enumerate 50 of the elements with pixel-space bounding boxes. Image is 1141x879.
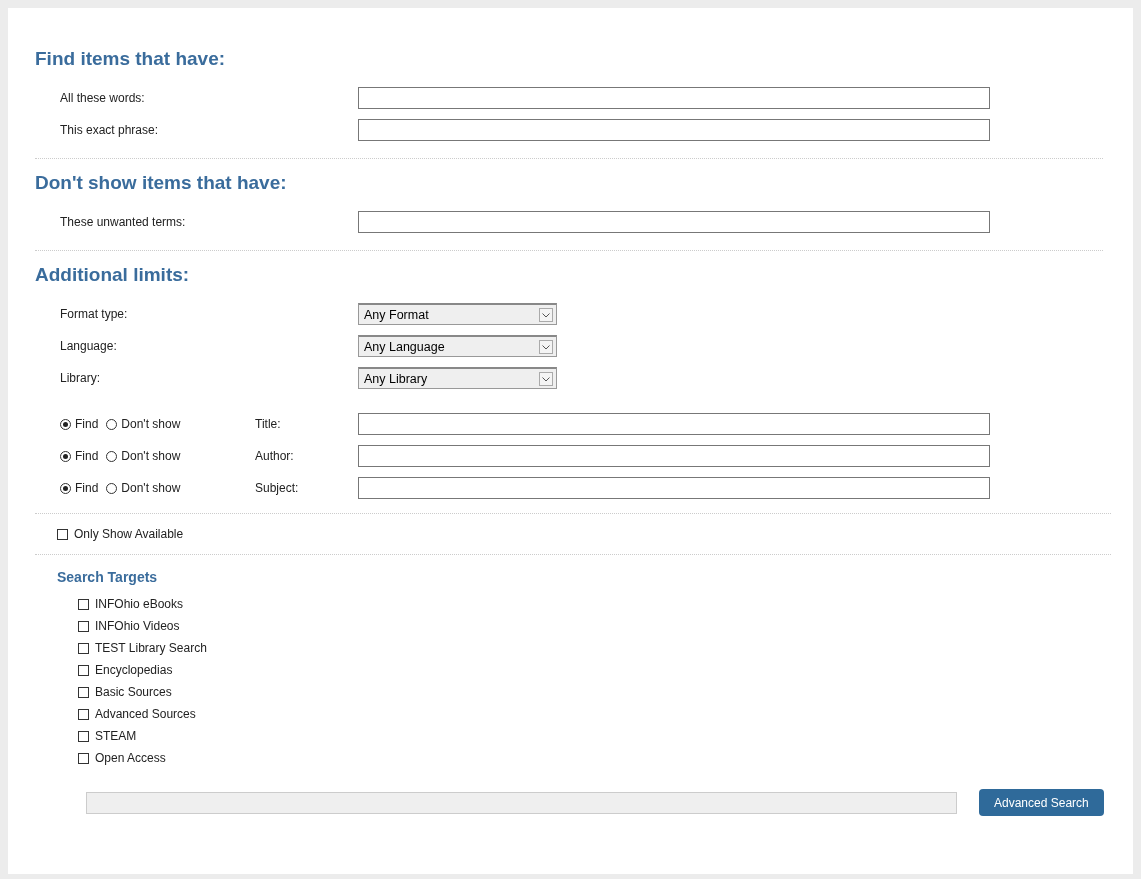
checkbox-icon[interactable] xyxy=(78,664,89,676)
checkbox-icon[interactable] xyxy=(57,528,68,540)
checkbox-option[interactable]: INFOhio Videos xyxy=(78,615,1133,637)
text-field[interactable] xyxy=(358,119,990,141)
checkbox-icon[interactable] xyxy=(78,752,89,764)
dropdown[interactable]: Any Format xyxy=(358,303,557,325)
text-field[interactable] xyxy=(358,445,990,467)
text-field[interactable] xyxy=(358,477,990,499)
dropdown[interactable]: Any Library xyxy=(358,367,557,389)
checkbox-option[interactable]: Advanced Sources xyxy=(78,703,1133,725)
checkbox-icon[interactable] xyxy=(78,642,89,654)
field-label: These unwanted terms: xyxy=(60,215,187,229)
radio-option[interactable]: Don't show xyxy=(106,481,181,495)
caret-icon xyxy=(539,307,553,322)
checkbox-option[interactable]: INFOhio eBooks xyxy=(78,593,1133,615)
radio-option[interactable]: Find xyxy=(60,481,99,495)
checkbox-icon[interactable] xyxy=(78,686,89,698)
field-label: Language: xyxy=(60,339,118,353)
radio-option[interactable]: Find xyxy=(60,417,99,431)
checkbox-icon[interactable] xyxy=(78,708,89,720)
field-label: Subject: xyxy=(255,481,300,495)
caret-icon xyxy=(539,371,553,386)
field-label: Format type: xyxy=(60,307,129,321)
section-heading: Don't show items that have: xyxy=(35,171,288,195)
text-field[interactable] xyxy=(358,413,990,435)
checkbox-option[interactable]: Encyclopedias xyxy=(78,659,1133,681)
field-label: Author: xyxy=(255,449,295,463)
radio-option[interactable]: Don't show xyxy=(106,417,181,431)
checkbox-option[interactable]: TEST Library Search xyxy=(78,637,1133,659)
section-heading: Additional limits: xyxy=(35,263,191,287)
checkbox-icon[interactable] xyxy=(78,598,89,610)
checkbox-option[interactable]: Open Access xyxy=(78,747,1133,769)
checkbox-icon[interactable] xyxy=(78,620,89,632)
field-label: All these words: xyxy=(60,91,146,105)
checkbox-option[interactable]: Only Show Available xyxy=(35,523,1133,545)
dropdown[interactable]: Any Language xyxy=(358,335,557,357)
field-label: This exact phrase: xyxy=(60,123,160,137)
advanced-search-button[interactable]: Advanced Search xyxy=(979,789,1104,816)
checkbox-icon[interactable] xyxy=(78,730,89,742)
checkbox-option[interactable]: Basic Sources xyxy=(78,681,1133,703)
field-label: Title: xyxy=(255,417,282,431)
field-label: Library: xyxy=(60,371,101,385)
checkbox-option[interactable]: STEAM xyxy=(78,725,1133,747)
caret-icon xyxy=(539,339,553,354)
radio-option[interactable]: Don't show xyxy=(106,449,181,463)
text-field[interactable] xyxy=(358,211,990,233)
radio-option[interactable]: Find xyxy=(60,449,99,463)
section-heading: Search Targets xyxy=(57,569,159,585)
text-field[interactable] xyxy=(358,87,990,109)
section-heading: Find items that have: xyxy=(35,47,227,71)
